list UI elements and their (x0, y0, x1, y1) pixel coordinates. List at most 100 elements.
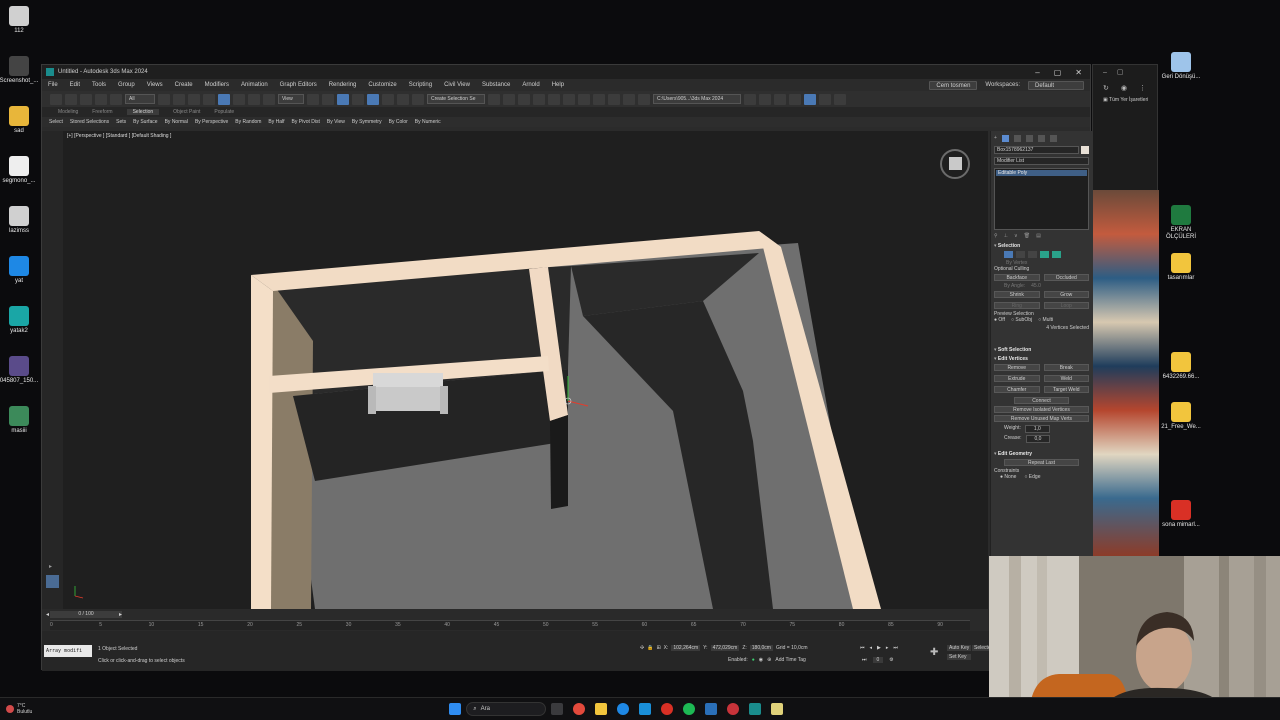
menu-item-create[interactable]: Create (175, 82, 193, 88)
tab-modeling[interactable]: Modeling (58, 109, 78, 115)
object-color-swatch[interactable] (1081, 146, 1089, 154)
remove-modifier-icon[interactable]: 🗑 (1024, 233, 1030, 239)
file-explorer-icon[interactable] (595, 703, 608, 715)
redo-icon[interactable] (65, 93, 77, 105)
auto-key-button[interactable]: Auto Key (947, 645, 972, 651)
enabled-on-icon[interactable]: ● (752, 657, 755, 663)
select-manipulate-icon[interactable] (322, 93, 334, 105)
place-icon[interactable] (263, 93, 275, 105)
reference-coordinate-dropdown[interactable]: View (278, 94, 304, 104)
ribbon-by-color[interactable]: By Color (389, 119, 408, 125)
target-weld-button[interactable]: Target Weld (1043, 386, 1089, 393)
viewport-layout-icon[interactable] (804, 93, 816, 105)
backface-button[interactable]: Backface (994, 274, 1040, 281)
start-icon[interactable] (449, 703, 462, 715)
desktop-icon[interactable]: 21_Free_We... (1160, 402, 1202, 431)
ribbon-by-half[interactable]: By Half (268, 119, 284, 125)
modify-tab-icon[interactable] (1001, 135, 1009, 142)
show-end-result-icon[interactable]: ⊥ (1004, 233, 1008, 239)
ribbon-by-random[interactable]: By Random (235, 119, 261, 125)
desktop-icon[interactable]: Screenshot_... (0, 56, 40, 85)
keyboard-shortcut-toggle-icon[interactable] (337, 93, 349, 105)
ribbon-by-pivot-dist[interactable]: By Pivot Dist (292, 119, 320, 125)
time-slider[interactable]: 0 / 100 (50, 611, 122, 618)
desktop-icon[interactable]: segmono_... (0, 156, 40, 185)
menu-item-substance[interactable]: Substance (482, 82, 510, 88)
desktop-icon[interactable]: lazimss (0, 206, 40, 235)
select-by-name-icon[interactable] (173, 93, 185, 105)
ribbon-by-normal[interactable]: By Normal (165, 119, 188, 125)
weight-spinner[interactable]: 1,0 (1024, 425, 1050, 433)
menu-item-tools[interactable]: Tools (92, 82, 106, 88)
menu-item-scripting[interactable]: Scripting (409, 82, 432, 88)
set-key-button[interactable]: Set Key (947, 654, 972, 660)
utilities-tab-icon[interactable] (1049, 135, 1057, 142)
select-move-icon[interactable] (218, 93, 230, 105)
ribbon-by-symmetry[interactable]: By Symmetry (352, 119, 382, 125)
menu-item-file[interactable]: File (48, 82, 58, 88)
window-crossing-icon[interactable] (203, 93, 215, 105)
material-editor-icon[interactable] (593, 93, 605, 105)
create-tab-icon[interactable]: + (994, 135, 997, 142)
ribbon-by-numeric[interactable]: By Numeric (415, 119, 441, 125)
tab-populate[interactable]: Populate (214, 109, 234, 115)
border-level-icon[interactable] (1028, 251, 1037, 258)
menu-item-civil-view[interactable]: Civil View (444, 82, 470, 88)
browser-minimize-icon[interactable]: – (1103, 69, 1107, 76)
mirror-icon[interactable] (488, 93, 500, 105)
tab-selection[interactable]: Selection (126, 109, 160, 115)
weld-button[interactable]: Weld (1043, 375, 1089, 382)
configure-sets-icon[interactable]: ▤ (1036, 233, 1041, 239)
open-file-icon[interactable] (759, 93, 771, 105)
weather-widget[interactable]: 7°C Bulutlu (0, 703, 32, 715)
go-to-end-icon[interactable]: ⏭ (893, 645, 898, 651)
modifier-list-dropdown[interactable]: Modifier List (994, 157, 1089, 165)
viewcube-icon[interactable] (949, 157, 962, 170)
refresh-icon[interactable]: ↻ (1103, 84, 1109, 92)
motion-tab-icon[interactable] (1025, 135, 1033, 142)
tab-object-paint[interactable]: Object Paint (173, 109, 200, 115)
edit-named-selection-icon[interactable] (412, 93, 424, 105)
edit-geometry-rollout[interactable]: Edit Geometry (994, 451, 1089, 457)
bookmarks-label[interactable]: ▣ Tüm Yer İşaretleri (1093, 97, 1157, 103)
remove-button[interactable]: Remove (994, 364, 1040, 371)
constraint-none-radio[interactable]: ● None (1000, 474, 1016, 480)
desktop-icon[interactable]: EKRAN ÖLÇÜLERİ (1160, 205, 1202, 241)
user-account-button[interactable]: Cem tosmen (929, 80, 978, 90)
save-file-icon[interactable] (774, 93, 786, 105)
loop-button[interactable]: Loop (1043, 302, 1089, 309)
polygon-level-icon[interactable] (1040, 251, 1049, 258)
soft-selection-rollout[interactable]: Soft Selection (994, 347, 1089, 353)
rendered-frame-window-icon[interactable] (623, 93, 635, 105)
go-to-start-icon[interactable]: ⏮ (860, 645, 865, 651)
ring-button[interactable]: Ring (994, 302, 1040, 309)
add-time-tag-button[interactable]: Add Time Tag (775, 657, 805, 663)
workspace-dropdown[interactable]: Default (1028, 80, 1084, 90)
object-name-field[interactable]: Box1578962137 (994, 146, 1079, 154)
hierarchy-tab-icon[interactable] (1013, 135, 1021, 142)
desktop-icon[interactable]: sad (0, 106, 40, 135)
link-icon[interactable] (80, 93, 92, 105)
task-view-icon[interactable] (551, 703, 564, 715)
render-setup-icon[interactable] (608, 93, 620, 105)
opera-icon[interactable] (661, 703, 674, 715)
desktop-icon[interactable]: masiii (0, 406, 40, 435)
current-frame-field[interactable]: 0 (872, 657, 884, 663)
search-box[interactable]: ⌕ Ara (466, 702, 547, 716)
import-icon[interactable] (789, 93, 801, 105)
constraint-edge-radio[interactable]: ○ Edge (1024, 474, 1040, 480)
select-object-icon[interactable] (158, 93, 170, 105)
pin-stack-icon[interactable]: ⚲ (994, 233, 998, 239)
chrome-2-icon[interactable] (727, 703, 740, 715)
more-icon[interactable]: ⋮ (1139, 84, 1146, 92)
remove-isolated-button[interactable]: Remove Isolated Vertices (994, 406, 1089, 413)
percent-snap-icon[interactable] (382, 93, 394, 105)
menu-item-help[interactable]: Help (552, 82, 564, 88)
make-unique-icon[interactable]: ∨ (1014, 233, 1018, 239)
schematic-view-icon[interactable] (578, 93, 590, 105)
x-coordinate-field[interactable]: 102,264cm (671, 645, 701, 651)
shrink-button[interactable]: Shrink (994, 291, 1040, 298)
desktop-icon[interactable]: 6432269.66... (1160, 352, 1202, 381)
profile-icon[interactable]: ◉ (1121, 84, 1127, 92)
time-slider-next-icon[interactable]: ▸ (119, 611, 122, 618)
